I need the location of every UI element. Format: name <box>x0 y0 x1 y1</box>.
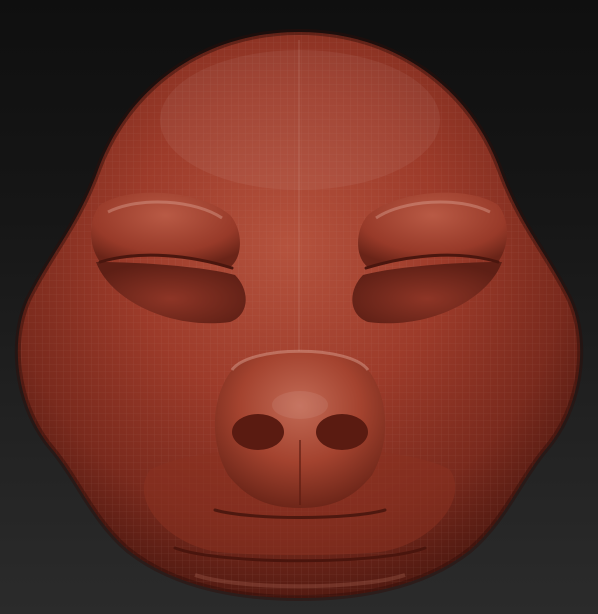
right-nostril <box>316 414 368 450</box>
head-sculpt-render <box>0 0 598 614</box>
sculpt-viewport[interactable] <box>0 0 598 614</box>
nose <box>214 349 386 508</box>
left-nostril <box>232 414 284 450</box>
